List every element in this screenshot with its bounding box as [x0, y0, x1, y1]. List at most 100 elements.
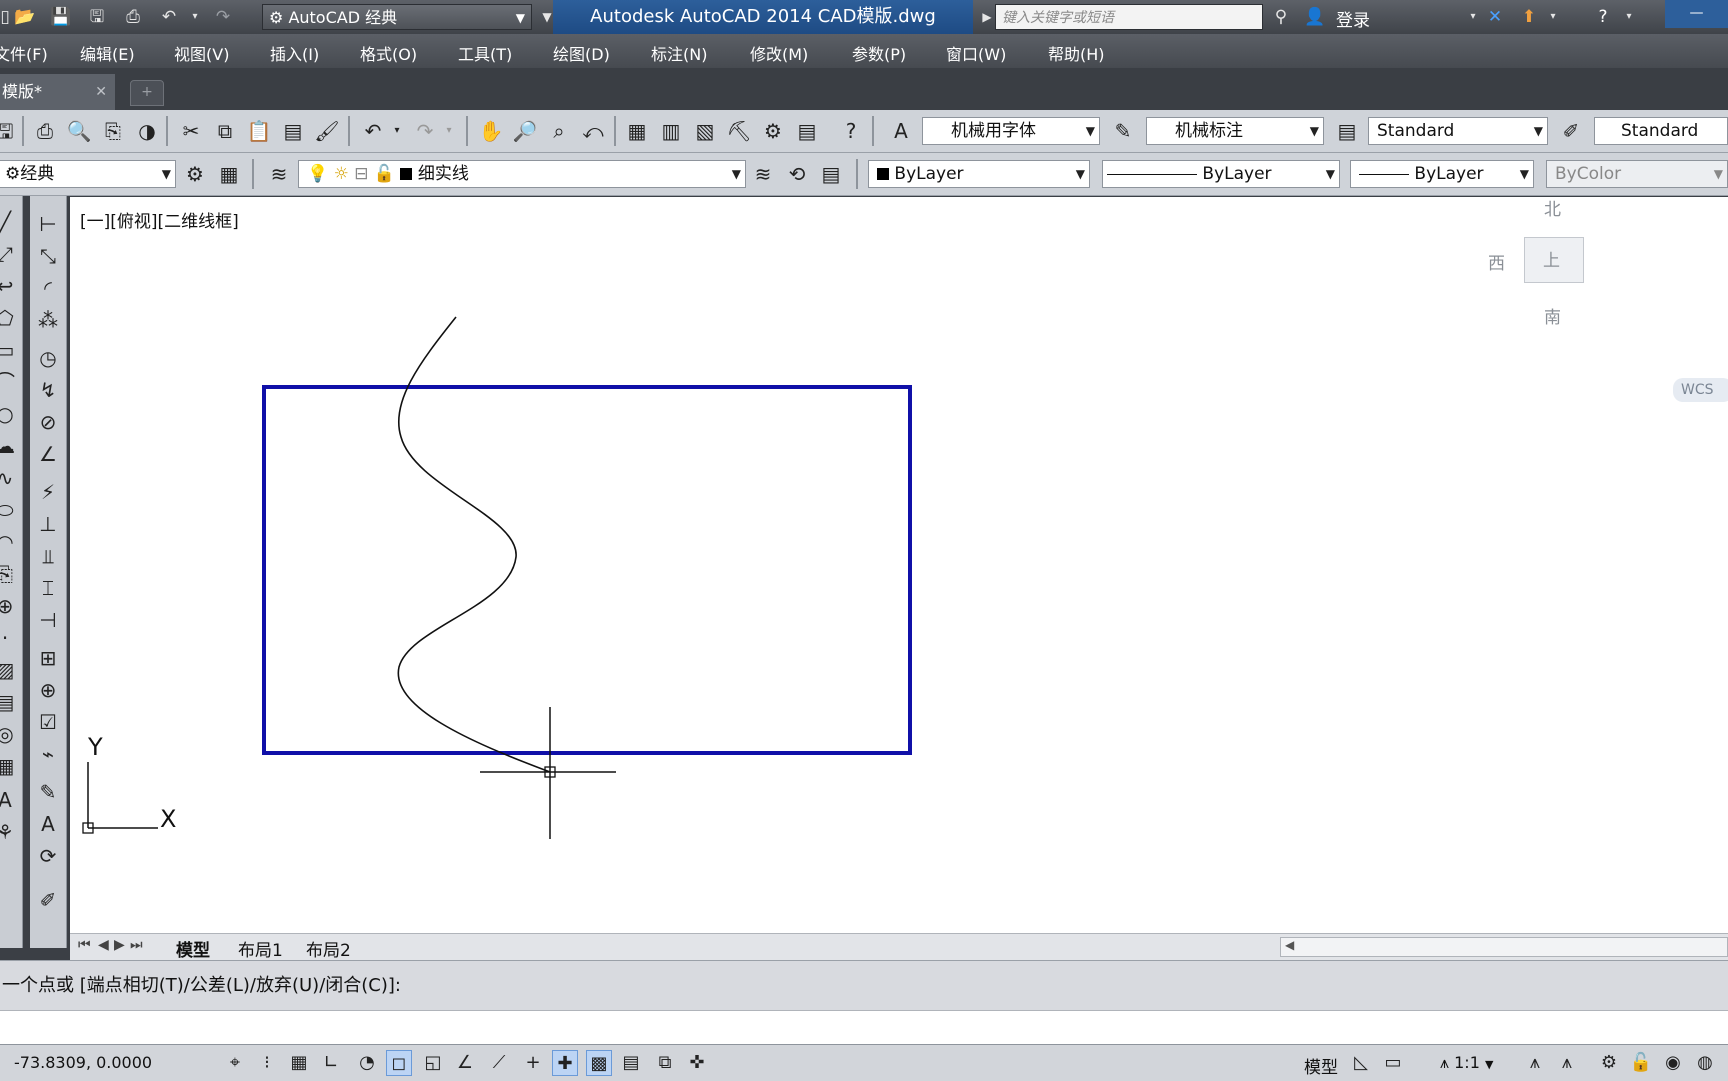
inspection-icon[interactable]: ☑ — [33, 708, 63, 736]
exchange-icon[interactable]: ✕ — [1484, 6, 1506, 28]
linear-dimension-icon[interactable]: ⊢ — [33, 210, 63, 238]
text-style-icon[interactable]: A — [888, 118, 914, 144]
diameter-dimension-icon[interactable]: ⊘ — [33, 408, 63, 436]
save-icon[interactable]: 💾 — [50, 6, 72, 28]
menu-format[interactable]: 格式(O) — [360, 41, 417, 65]
plot-icon[interactable]: ⎙ — [32, 118, 58, 144]
annotation-scale[interactable]: ⩚ 1:1 ▼ — [1440, 1053, 1493, 1073]
next-layout-icon[interactable]: ▶ — [114, 937, 125, 953]
tab-layout1[interactable]: 布局1 — [238, 936, 283, 961]
table-style-select[interactable]: Standard ▼ — [1368, 117, 1548, 145]
zoom-realtime-icon[interactable]: 🔎 — [512, 118, 538, 144]
markup-icon[interactable]: ⚙ — [760, 118, 786, 144]
center-mark-icon[interactable]: ⊕ — [33, 676, 63, 704]
mleader-style-icon[interactable]: ✐ — [1558, 118, 1584, 144]
match-properties-icon[interactable]: 🖌 — [314, 118, 340, 144]
dimension-update-icon[interactable]: ⟳ — [33, 842, 63, 870]
menu-draw[interactable]: 绘图(D) — [553, 41, 610, 65]
selection-cycling-icon[interactable]: ⧉ — [652, 1050, 678, 1076]
transparency-icon[interactable]: ▩ — [586, 1050, 612, 1076]
plot-preview-icon[interactable]: 🔍 — [66, 118, 92, 144]
3d-dwf-icon[interactable]: ◑ — [134, 118, 160, 144]
menu-parameter[interactable]: 参数(P) — [852, 41, 906, 65]
workspace-switcher[interactable]: ⚙ AutoCAD 经典 ▼ — [262, 4, 532, 30]
continue-dimension-icon[interactable]: ⫫ — [33, 542, 63, 570]
redo-icon[interactable]: ↷ — [412, 118, 438, 144]
angular-dimension-icon[interactable]: ∠ — [33, 440, 63, 468]
table-icon[interactable]: ▦ — [0, 752, 20, 780]
pan-icon[interactable]: ✋ — [478, 118, 504, 144]
ellipse-icon[interactable]: ⬭ — [0, 496, 20, 524]
dim-style-icon[interactable]: ✎ — [1110, 118, 1136, 144]
wcs-menu[interactable]: WCS — [1673, 378, 1728, 402]
login-link[interactable]: 登录 — [1336, 6, 1370, 31]
quick-view-icon[interactable]: ▭ — [1380, 1050, 1406, 1076]
document-tab[interactable]: 模版* ✕ — [0, 74, 115, 110]
app-store-icon[interactable]: ⬆ — [1518, 6, 1540, 28]
copy-icon[interactable]: ⧉ — [212, 118, 238, 144]
make-current-icon[interactable]: ≋ — [750, 161, 776, 187]
viewcube-top-face[interactable]: 上 — [1524, 237, 1584, 283]
help-icon[interactable]: ? — [1592, 6, 1614, 28]
menu-file[interactable]: 文件(F) — [0, 41, 48, 65]
workspace-settings-icon[interactable]: ⚙ — [182, 161, 208, 187]
plotstyle-select[interactable]: ByColor ▼ — [1546, 160, 1728, 188]
text-style-select[interactable]: 机械用字体 ▼ — [922, 117, 1100, 145]
menu-insert[interactable]: 插入(I) — [270, 41, 319, 65]
aligned-dimension-icon[interactable]: ⤡ — [33, 242, 63, 270]
layer-previous-icon[interactable]: ⟲ — [784, 161, 810, 187]
viewcube-south[interactable]: 南 — [1544, 303, 1561, 328]
calculator-icon[interactable]: ▤ — [794, 118, 820, 144]
scroll-left-icon[interactable]: ◀ — [1285, 938, 1294, 952]
undo-dropdown-icon[interactable]: ▾ — [184, 6, 206, 28]
revcloud-icon[interactable]: ☁ — [0, 432, 20, 460]
arc-icon[interactable]: ⌒ — [0, 368, 20, 396]
make-block-icon[interactable]: ⊕ — [0, 592, 20, 620]
tab-model[interactable]: 模型 — [176, 936, 210, 961]
cut-icon[interactable]: ✂ — [178, 118, 204, 144]
zoom-previous-icon[interactable]: ⤺ — [580, 118, 606, 144]
line-icon[interactable]: ╱ — [0, 208, 20, 236]
linetype-select[interactable]: ByLayer ▼ — [1102, 160, 1340, 188]
construction-line-icon[interactable]: ⤢ — [0, 240, 20, 268]
saveas-icon[interactable]: 🖫 — [86, 6, 108, 28]
grid-display-icon[interactable]: ▦ — [286, 1050, 312, 1076]
redo-dropdown-icon[interactable]: ▾ — [436, 118, 462, 144]
layer-select[interactable]: 💡 ☼ ⊟ 🔓 细实线 ▼ — [298, 160, 746, 188]
lineweight-select[interactable]: ByLayer ▼ — [1350, 160, 1534, 188]
tool-palettes-icon[interactable]: ▧ — [692, 118, 718, 144]
auto-scale-icon[interactable]: ⩚ — [1554, 1050, 1580, 1076]
paste-icon[interactable]: 📋 — [246, 118, 272, 144]
minimize-button[interactable]: — — [1665, 0, 1728, 28]
annotation-monitor-icon[interactable]: ✜ — [684, 1050, 710, 1076]
menu-dimension[interactable]: 标注(N) — [651, 41, 707, 65]
color-select[interactable]: ByLayer ▼ — [868, 160, 1090, 188]
dimension-space-icon[interactable]: ⌶ — [33, 574, 63, 602]
menu-edit[interactable]: 编辑(E) — [80, 41, 135, 65]
model-space-label[interactable]: 模型 — [1304, 1053, 1338, 1078]
customize-icon[interactable]: ▦ — [216, 161, 242, 187]
open-icon[interactable]: 📂 — [14, 6, 36, 28]
object-snap-icon[interactable]: ◻ — [386, 1050, 412, 1076]
login-dropdown-icon[interactable]: ▾ — [1462, 6, 1484, 28]
layer-states-icon[interactable]: ▤ — [818, 161, 844, 187]
radius-dimension-icon[interactable]: ◷ — [33, 344, 63, 372]
annotation-visibility-icon[interactable]: ⩚ — [1522, 1050, 1548, 1076]
sheet-set-icon[interactable]: ⛏ — [726, 118, 752, 144]
design-center-icon[interactable]: ▥ — [658, 118, 684, 144]
toolbar-lock-icon[interactable]: 🔓 — [1628, 1050, 1654, 1076]
redo-icon[interactable]: ↷ — [212, 6, 234, 28]
jogged-linear-icon[interactable]: ⌁ — [33, 740, 63, 768]
last-layout-icon[interactable]: ⏭ — [130, 937, 143, 953]
close-icon[interactable]: ✕ — [95, 74, 107, 110]
ortho-mode-icon[interactable]: ∟ — [318, 1050, 344, 1076]
ellipse-arc-icon[interactable]: ◠ — [0, 528, 20, 556]
viewcube-north[interactable]: 北 — [1544, 195, 1561, 220]
layout-icon[interactable]: ◺ — [1348, 1050, 1374, 1076]
region-icon[interactable]: ◎ — [0, 720, 20, 748]
point-icon[interactable]: · — [0, 624, 20, 652]
dimension-break-icon[interactable]: ⊣ — [33, 606, 63, 634]
drawing-canvas[interactable]: [一][俯视][二维线框] X Y 北 西 南 上 — [70, 197, 1728, 933]
object-snap-tracking-icon[interactable]: ∠ — [452, 1050, 478, 1076]
spline-icon[interactable]: ∿ — [0, 464, 20, 492]
